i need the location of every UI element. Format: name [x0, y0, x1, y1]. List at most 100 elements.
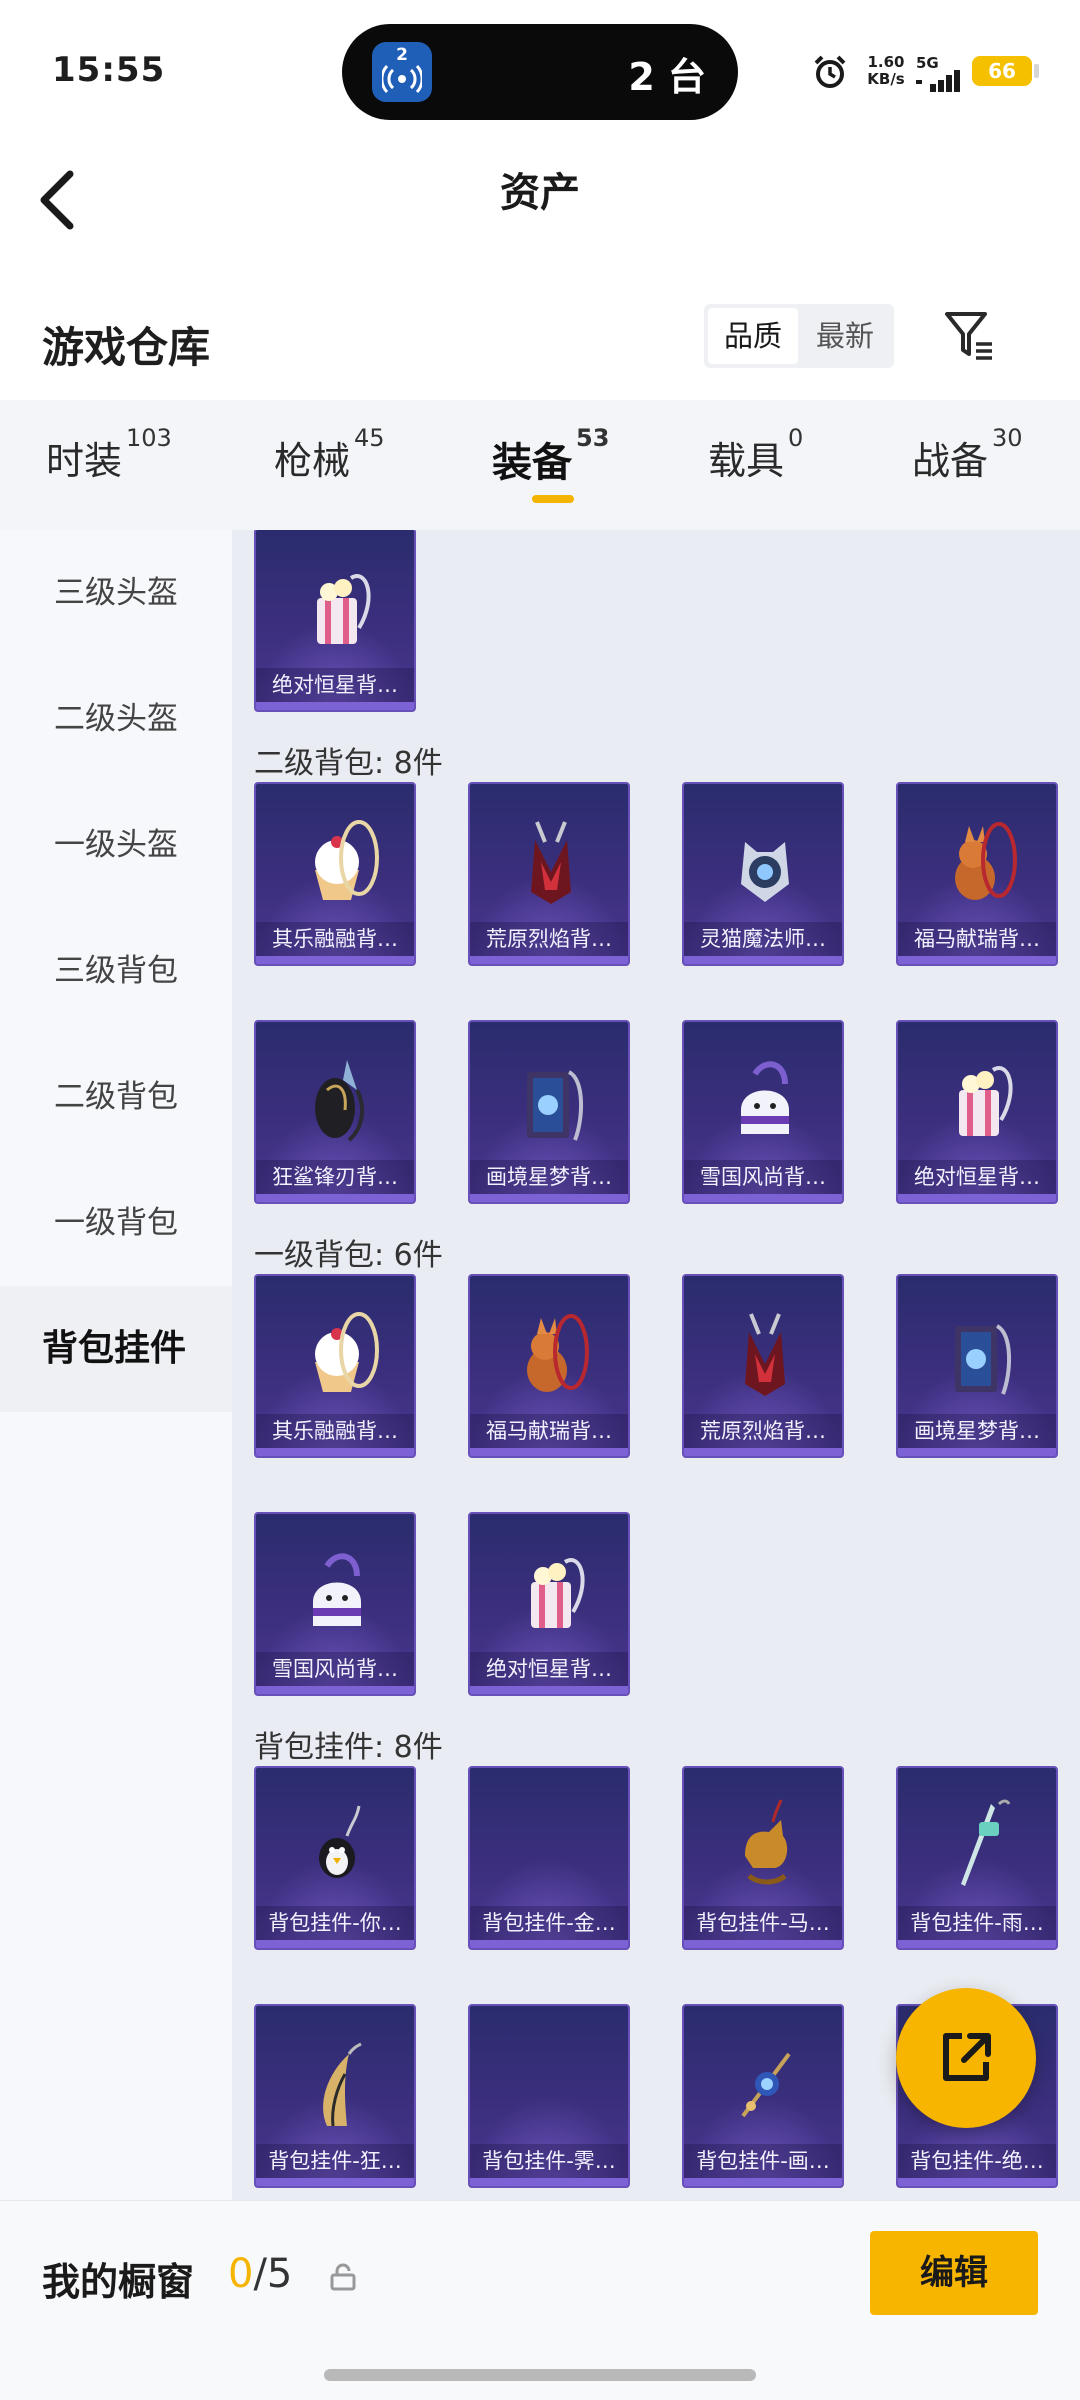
status-time: 15:55: [52, 50, 166, 90]
item-name: 荒原烈焰背…: [470, 922, 628, 956]
item-card[interactable]: 荒原烈焰背…: [468, 782, 630, 966]
tab-supplies[interactable]: 战备30: [912, 424, 1023, 485]
item-card[interactable]: 背包挂件-狂…: [254, 2004, 416, 2188]
item-card[interactable]: 背包挂件-你…: [254, 1766, 416, 1950]
page-title: 资产: [500, 170, 580, 216]
item-card[interactable]: 雪国风尚背…: [682, 1020, 844, 1204]
item-card[interactable]: 狂鲨锋刃背…: [254, 1020, 416, 1204]
net-speed: 1.60 KB/s: [864, 54, 908, 88]
item-card[interactable]: 背包挂件-雨…: [896, 1766, 1058, 1950]
popcorn-backpack-icon: [531, 1558, 585, 1628]
tab-fashion[interactable]: 时装103: [46, 424, 172, 485]
item-card[interactable]: 福马献瑞背…: [468, 1274, 630, 1458]
card-rarity-bar: [684, 1448, 842, 1456]
card-rarity-bar: [256, 1194, 414, 1202]
sidebar-item-backpack-charm[interactable]: 背包挂件: [0, 1286, 232, 1412]
card-rarity-bar: [256, 1448, 414, 1456]
item-name: 背包挂件-狂…: [256, 2144, 414, 2178]
sidebar-item-level2-helmet[interactable]: 二级头盔: [0, 656, 232, 782]
tab-count: 0: [788, 424, 804, 452]
card-rarity-bar: [684, 956, 842, 964]
card-rarity-bar: [898, 956, 1056, 964]
book-backpack-icon: [955, 1324, 1012, 1395]
item-card[interactable]: 荒原烈焰背…: [682, 1274, 844, 1458]
gem-charm-icon: [741, 2052, 791, 2118]
showcase-bar: 我的橱窗 0/5 编辑: [0, 2200, 1080, 2400]
filter-icon[interactable]: [944, 310, 996, 362]
flame-backpack-icon: [745, 1313, 785, 1396]
item-card[interactable]: 背包挂件-马…: [682, 1766, 844, 1950]
item-name: 灵猫魔法师…: [684, 922, 842, 956]
battery-level: 66: [972, 56, 1032, 86]
snowman-backpack-icon: [313, 1553, 361, 1626]
tab-count: 30: [992, 424, 1023, 452]
item-card[interactable]: 绝对恒星背…: [896, 1020, 1058, 1204]
item-grid: 绝对恒星背… 二级背包: 8件 其乐融融背… 荒原烈焰背… 灵猫魔法师… 福马献瑞背… 狂鲨…: [232, 530, 1080, 2200]
category-sidebar: 三级头盔 二级头盔 一级头盔 三级背包 二级背包 一级背包 背包挂件: [0, 530, 232, 2200]
sidebar-item-level3-helmet[interactable]: 三级头盔: [0, 530, 232, 656]
home-indicator: [324, 2369, 756, 2381]
sort-newest[interactable]: 最新: [800, 308, 890, 364]
item-card[interactable]: 绝对恒星背…: [254, 530, 416, 712]
item-card[interactable]: 背包挂件-画…: [682, 2004, 844, 2188]
item-name: 其乐融融背…: [256, 1414, 414, 1448]
card-rarity-bar: [684, 2178, 842, 2186]
tab-count: 103: [126, 424, 172, 452]
alarm-icon: [814, 55, 846, 88]
item-card[interactable]: 灵猫魔法师…: [682, 782, 844, 966]
tab-vehicles[interactable]: 载具0: [708, 424, 803, 485]
tab-firearms[interactable]: 枪械45: [274, 424, 385, 485]
card-rarity-bar: [256, 1686, 414, 1694]
item-name: 福马献瑞背…: [898, 922, 1056, 956]
item-name: 绝对恒星背…: [898, 1160, 1056, 1194]
tab-label: 装备: [492, 440, 572, 486]
sidebar-item-level1-helmet[interactable]: 一级头盔: [0, 782, 232, 908]
item-card[interactable]: 画境星梦背…: [896, 1274, 1058, 1458]
item-name: 雪国风尚背…: [684, 1160, 842, 1194]
item-name: 背包挂件-绝…: [898, 2144, 1056, 2178]
header: 资产: [0, 140, 1080, 270]
item-name: 雪国风尚背…: [256, 1652, 414, 1686]
card-rarity-bar: [470, 1448, 628, 1456]
net-speed-value: 1.60: [867, 53, 905, 71]
item-name: 画境星梦背…: [470, 1160, 628, 1194]
share-icon: [943, 2033, 991, 2081]
sort-quality[interactable]: 品质: [708, 308, 798, 364]
sidebar-item-level1-backpack[interactable]: 一级背包: [0, 1160, 232, 1286]
item-name: 背包挂件-你…: [256, 1906, 414, 1940]
card-rarity-bar: [470, 956, 628, 964]
card-rarity-bar: [256, 702, 414, 710]
showcase-count: 0/5: [228, 2251, 292, 2297]
item-card[interactable]: 其乐融融背…: [254, 782, 416, 966]
card-rarity-bar: [898, 1940, 1056, 1948]
book-backpack-icon: [527, 1070, 584, 1141]
item-card[interactable]: 其乐融融背…: [254, 1274, 416, 1458]
edit-button[interactable]: 编辑: [870, 2231, 1038, 2315]
sidebar-item-level3-backpack[interactable]: 三级背包: [0, 908, 232, 1034]
showcase-label: 我的橱窗: [42, 2260, 195, 2304]
category-tabs: 时装103 枪械45 装备53 载具0 战备30: [0, 400, 1080, 530]
showcase-current: 0: [228, 2251, 254, 2297]
card-rarity-bar: [470, 1194, 628, 1202]
dynamic-island[interactable]: 2 2 台: [342, 24, 738, 120]
card-rarity-bar: [684, 1194, 842, 1202]
tab-count: 45: [354, 424, 385, 452]
status-bar: 15:55 2 2 台 1.60 KB/s 5G 66: [0, 0, 1080, 140]
item-card[interactable]: 绝对恒星背…: [468, 1512, 630, 1696]
cat-mage-backpack-icon: [741, 842, 789, 902]
horse-charm-icon: [745, 1799, 788, 1885]
share-button[interactable]: [896, 1988, 1036, 2128]
net-speed-unit: KB/s: [867, 70, 905, 88]
tab-equipment[interactable]: 装备53: [492, 424, 609, 488]
item-card[interactable]: 背包挂件-金…: [468, 1766, 630, 1950]
section-title: 二级背包: 8件: [254, 746, 443, 781]
item-card[interactable]: 背包挂件-霁…: [468, 2004, 630, 2188]
card-rarity-bar: [684, 1940, 842, 1948]
section-title: 背包挂件: 8件: [254, 1730, 443, 1765]
horse-backpack-icon: [527, 1314, 589, 1392]
item-card[interactable]: 画境星梦背…: [468, 1020, 630, 1204]
sword-charm-icon: [961, 1799, 1011, 1886]
item-card[interactable]: 福马献瑞背…: [896, 782, 1058, 966]
item-card[interactable]: 雪国风尚背…: [254, 1512, 416, 1696]
sidebar-item-level2-backpack[interactable]: 二级背包: [0, 1034, 232, 1160]
